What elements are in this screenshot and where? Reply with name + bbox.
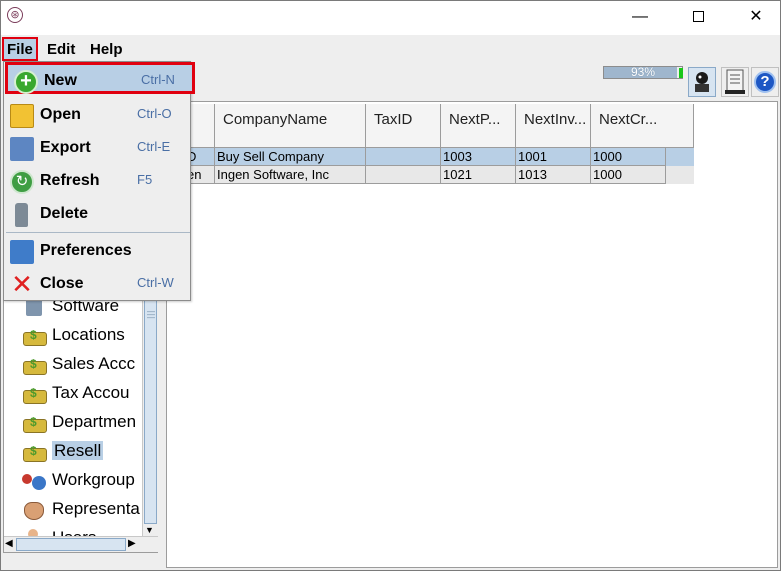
coins-icon [20,323,48,347]
menu-item-label: Export [40,139,91,156]
maximize-button[interactable] [675,1,721,33]
menu-item-shortcut: Ctrl-E [137,139,171,154]
menu-item-label: Open [40,106,81,123]
menu-item-delete[interactable]: Delete [4,198,190,230]
maximize-icon [692,11,704,23]
tree-item-label: Resell [52,441,104,460]
menu-item-open[interactable]: Open Ctrl-O [4,99,190,131]
app-logo-icon: ⊛ [7,7,23,23]
cell-taxid [366,148,441,166]
menu-item-label: Refresh [40,172,100,189]
cell-taxid [366,166,441,184]
help-button[interactable]: ? [751,67,779,97]
menu-separator [6,232,190,233]
menu-item-new[interactable]: + New Ctrl-N [5,62,195,94]
robot-tool-button[interactable] [688,67,716,97]
cell-company: Buy Sell Company [215,148,366,166]
title-bar: ⊛ — ✕ [1,1,780,35]
menu-item-label: Close [40,275,84,292]
tree-item-label: Tax Accou [52,383,130,402]
tree-item-label: Sales Accc [52,354,136,373]
preferences-icon [10,240,34,264]
memory-progress-bar: 93% [603,65,683,79]
menu-item-shortcut: Ctrl-O [137,106,172,121]
cell-nextp: 1021 [441,166,516,184]
tree-horizontal-scrollbar[interactable]: ◀ ▶ [4,536,158,552]
tree-item-representa[interactable]: Representa [20,497,142,521]
table-row[interactable]: D Buy Sell Company 1003 1001 1000 [167,148,694,166]
scroll-left-arrow-icon[interactable]: ◀ [5,538,13,549]
tree-item-resell[interactable]: Resell [20,439,142,463]
handshake-icon [20,499,48,521]
cell-nextp: 1003 [441,148,516,166]
tree-item-label: Departmen [52,412,137,431]
records-table[interactable]: ID CompanyName TaxID NextP... NextInv...… [166,101,778,568]
scroll-right-arrow-icon[interactable]: ▶ [128,538,136,549]
progress-text: 93% [630,65,656,79]
table-row[interactable]: en Ingen Software, Inc 1021 1013 1000 [167,166,694,184]
tree-item-label: Representa [52,499,140,518]
cell-nextcr: 1000 [591,166,666,184]
folder-icon [10,104,34,128]
coins-icon [20,352,48,376]
minimize-button[interactable]: — [617,1,663,33]
column-header-nextinv[interactable]: NextInv... [516,104,591,148]
people-icon [20,470,48,492]
cell-company: Ingen Software, Inc [215,166,366,184]
file-menu-dropdown: + New Ctrl-N Open Ctrl-O Export Ctrl-E ↻… [3,61,195,301]
export-icon [10,137,34,161]
document-list-icon [725,69,745,94]
close-icon: ✕ [11,269,33,299]
cell-nextcr: 1000 [591,148,666,166]
column-header-companyname[interactable]: CompanyName [215,104,366,148]
app-window: ⊛ — ✕ File Edit Help 93% ? Software $Loc… [0,0,781,571]
cell-nextinv: 1001 [516,148,591,166]
coins-icon [20,410,48,434]
column-header-nextcr[interactable]: NextCr... [591,104,694,148]
coins-icon [20,439,48,463]
tree-item-label: Locations [52,325,125,344]
tree-item-sales-accc[interactable]: Sales Accc [20,352,142,376]
progress-indicator [679,68,683,78]
add-icon: + [14,70,38,94]
close-window-button[interactable]: ✕ [733,1,779,33]
refresh-icon: ↻ [10,170,34,194]
help-icon: ? [754,71,776,93]
tree-item-tax-accou[interactable]: Tax Accou [20,381,142,405]
column-header-nextp[interactable]: NextP... [441,104,516,148]
tree-horizontal-scroll-thumb[interactable] [16,538,126,551]
menu-item-preferences[interactable]: Preferences [4,235,190,267]
tree-item-label: Workgroup [52,470,135,489]
menu-item-export[interactable]: Export Ctrl-E [4,132,190,164]
scroll-down-arrow-icon[interactable]: ▼ [145,525,154,535]
menu-item-shortcut: Ctrl-N [141,72,175,87]
menu-item-shortcut: Ctrl-W [137,275,174,290]
menu-bar: File Edit Help [1,37,780,61]
menu-item-close[interactable]: ✕ Close Ctrl-W [4,268,190,300]
trash-icon [15,203,28,227]
menu-item-refresh[interactable]: ↻ Refresh F5 [4,165,190,197]
cell-nextinv: 1013 [516,166,591,184]
menu-item-label: Preferences [40,242,132,259]
coins-icon [20,381,48,405]
document-tool-button[interactable] [721,67,749,97]
tree-item-locations[interactable]: Locations [20,323,142,347]
tree-item-workgroup[interactable]: Workgroup [20,468,142,492]
menu-item-shortcut: F5 [137,172,153,187]
column-header-taxid[interactable]: TaxID [366,104,441,148]
menu-item-label: New [44,72,77,89]
menu-help[interactable]: Help [88,40,125,60]
menu-edit[interactable]: Edit [45,40,77,60]
menu-file[interactable]: File [2,37,38,61]
robot-icon [695,72,709,92]
tree-item-departmen[interactable]: Departmen [20,410,142,434]
scroll-grip-icon: — — — [147,307,155,322]
menu-item-label: Delete [40,205,89,222]
